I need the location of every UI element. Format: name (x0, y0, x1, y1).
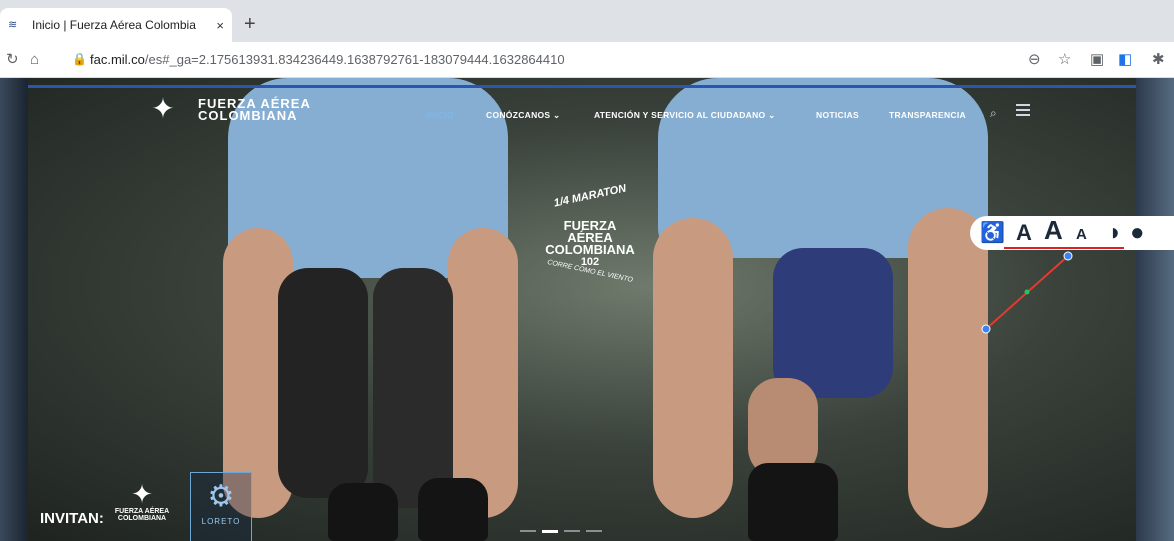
lock-icon: 🔒 (72, 52, 87, 66)
arrow-mid-handle[interactable] (1024, 289, 1030, 295)
home-icon[interactable]: ⌂ (30, 51, 39, 69)
arrow-start-handle[interactable] (981, 324, 991, 334)
browser-tab[interactable]: ≋ Inicio | Fuerza Aérea Colombia × (0, 8, 232, 42)
arrow-end-handle[interactable] (1063, 251, 1073, 261)
page-viewport: ✦ FUERZA AÉREA COLOMBIANA INICIO CONÓZCA… (0, 78, 1174, 541)
annotation-arrow (981, 251, 1073, 334)
address-bar[interactable]: 🔒 fac.mil.co/es#_ga=2.175613931.83423644… (56, 47, 1136, 73)
bookmark-star-icon[interactable]: ☆ (1058, 51, 1071, 69)
site-favicon-icon: ≋ (8, 19, 18, 31)
url-text: fac.mil.co/es#_ga=2.175613931.834236449.… (90, 52, 565, 67)
tab-close-icon[interactable]: × (216, 18, 224, 33)
puzzle-icon[interactable]: ✱ (1152, 51, 1165, 69)
tab-title: Inicio | Fuerza Aérea Colombia (32, 18, 196, 32)
extension-icon[interactable]: ▣ (1090, 51, 1104, 69)
browser-tab-bar: ≋ Inicio | Fuerza Aérea Colombia × + (0, 0, 1174, 42)
extension-blue-icon[interactable]: ◧ (1118, 51, 1132, 69)
reload-icon[interactable]: ↻ (6, 51, 19, 69)
browser-toolbar: ↻ ⌂ 🔒 fac.mil.co/es#_ga=2.175613931.8342… (0, 42, 1174, 78)
zoom-icon[interactable]: ⊖ (1028, 51, 1041, 69)
new-tab-button[interactable]: + (244, 14, 256, 34)
